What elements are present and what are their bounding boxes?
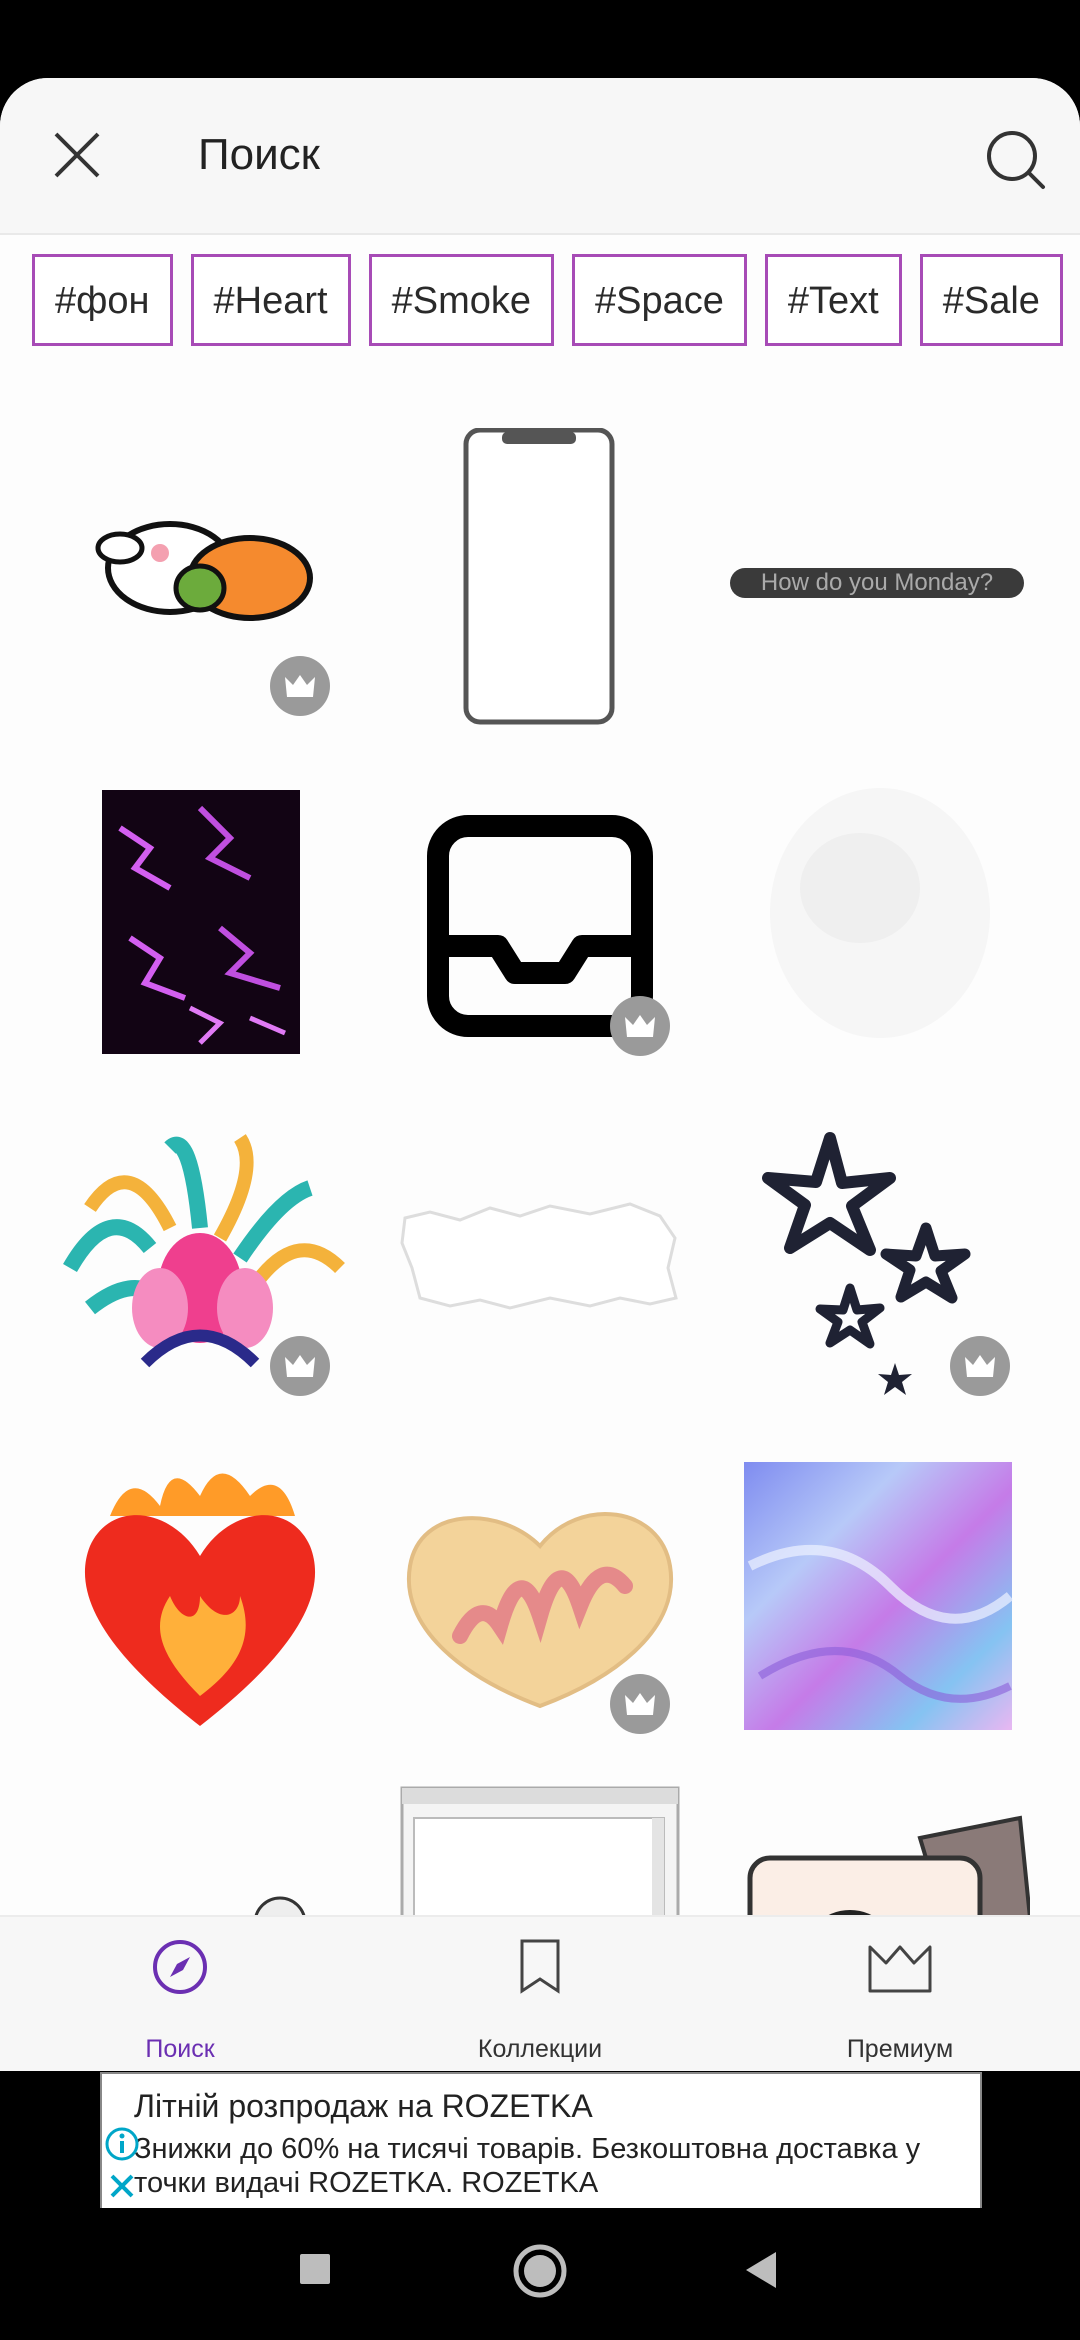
nav-tab-search[interactable]: Поиск xyxy=(0,1917,360,2071)
tag-heart[interactable]: #Heart xyxy=(190,254,351,346)
close-icon xyxy=(54,132,100,178)
crown-icon xyxy=(285,1355,315,1377)
nav-tab-premium[interactable]: Премиум xyxy=(720,1917,1080,2071)
tag-sale[interactable]: #Sale xyxy=(919,254,1063,346)
nav-tab-search-label: Поиск xyxy=(145,2035,215,2063)
bookmark-icon xyxy=(520,1939,560,1994)
back-button-icon[interactable] xyxy=(742,2250,780,2290)
monday-text-pill: How do you Monday? xyxy=(730,568,1024,598)
fire-heart-image xyxy=(84,1473,316,1726)
sticker-squiggle-heart[interactable] xyxy=(390,1446,690,1746)
close-button[interactable] xyxy=(40,118,114,192)
crown-icon xyxy=(868,1945,932,1993)
tag-fon[interactable]: #фон xyxy=(32,254,173,346)
search-header: Поиск xyxy=(0,78,1080,235)
crown-icon xyxy=(625,1693,655,1715)
compass-icon xyxy=(153,1940,207,1994)
crown-icon xyxy=(965,1355,995,1377)
sticker-purple-lightning[interactable] xyxy=(50,768,350,1068)
search-input[interactable]: Поиск xyxy=(198,130,320,180)
home-button-icon[interactable] xyxy=(513,2244,567,2298)
ad-banner[interactable]: Літній розпродаж на ROZETKA Знижки до 60… xyxy=(100,2072,982,2212)
white-smoke-image xyxy=(770,788,990,1038)
search-icon xyxy=(987,131,1045,189)
ad-close-icon[interactable] xyxy=(106,2170,138,2202)
sticker-holographic[interactable] xyxy=(730,1446,1030,1746)
sticker-fire-heart[interactable] xyxy=(50,1446,350,1746)
nav-tab-collections-label: Коллекции xyxy=(477,2035,603,2063)
tag-list: #фон #Heart #Smoke #Space #Text #Sale xyxy=(32,254,1080,346)
purple-lightning-image xyxy=(102,790,300,1054)
bottom-navigation: Поиск Коллекции Премиум xyxy=(0,1915,1080,2071)
recents-button-icon[interactable] xyxy=(298,2252,332,2286)
sticker-monday-text[interactable]: How do you Monday? xyxy=(730,428,1030,728)
ad-body: Знижки до 60% на тисячі товарів. Безкошт… xyxy=(134,2133,921,2199)
nav-tab-collections[interactable]: Коллекции xyxy=(360,1917,720,2071)
sticker-torn-paper[interactable] xyxy=(390,1108,690,1408)
sticker-grid: How do you Monday? xyxy=(0,378,1080,1992)
phone-frame-image xyxy=(463,427,615,725)
sticker-stars[interactable] xyxy=(730,1108,1030,1408)
sticker-phone-frame[interactable] xyxy=(390,427,690,728)
system-navigation-bar xyxy=(0,2208,1080,2340)
sticker-white-smoke[interactable] xyxy=(730,768,1030,1068)
premium-crown-badge xyxy=(950,1336,1010,1396)
crown-icon xyxy=(625,1015,655,1037)
nav-tab-premium-label: Премиум xyxy=(846,2035,954,2063)
sticker-inbox[interactable] xyxy=(390,768,690,1068)
tag-smoke[interactable]: #Smoke xyxy=(368,254,554,346)
sticker-tropical-leaves[interactable] xyxy=(50,1108,350,1408)
premium-crown-badge xyxy=(270,1336,330,1396)
sticker-search-sheet: Поиск #фон #Heart #Smoke #Space #Text #Sale xyxy=(0,78,1080,2071)
torn-paper-image xyxy=(400,1202,678,1310)
tag-text[interactable]: #Text xyxy=(764,254,902,346)
crown-icon xyxy=(285,675,315,697)
monday-text: How do you Monday? xyxy=(760,569,994,596)
tag-space[interactable]: #Space xyxy=(572,254,747,346)
premium-crown-badge xyxy=(610,1674,670,1734)
ad-title: Літній розпродаж на ROZETKA xyxy=(134,2088,593,2124)
search-button[interactable] xyxy=(980,124,1050,194)
premium-crown-badge xyxy=(270,656,330,716)
holographic-image xyxy=(744,1462,1014,1730)
premium-crown-badge xyxy=(610,996,670,1056)
sticker-bunny-carrot[interactable] xyxy=(50,428,350,728)
ad-info-icon[interactable] xyxy=(104,2126,140,2162)
